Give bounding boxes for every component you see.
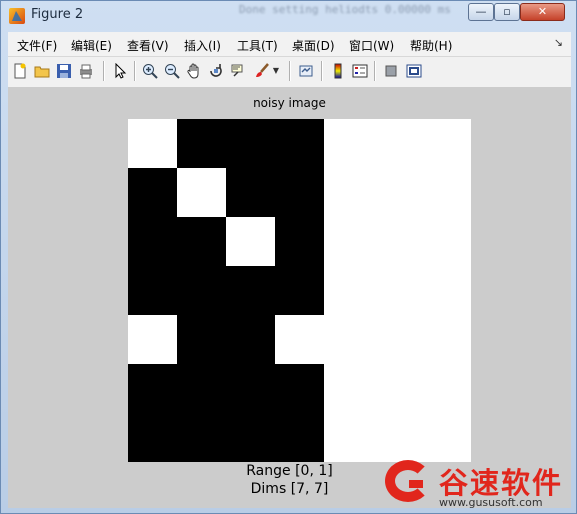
- image-pixel: [128, 364, 177, 413]
- image-pixel: [226, 364, 275, 413]
- toolbar: ▼: [8, 57, 571, 88]
- image-pixel: [373, 119, 422, 168]
- save-icon[interactable]: [55, 62, 73, 80]
- figure-canvas: noisy image Range [0, 1] Dims [7, 7]: [8, 87, 571, 508]
- menu-view[interactable]: 查看(V): [127, 37, 169, 54]
- image-pixel: [275, 168, 324, 217]
- menu-window[interactable]: 窗口(W): [349, 37, 394, 54]
- watermark-logo-icon: [385, 460, 431, 502]
- image-pixel: [373, 364, 422, 413]
- menu-file[interactable]: 文件(F): [17, 37, 57, 54]
- brush-icon[interactable]: [253, 62, 271, 80]
- image-pixel: [226, 266, 275, 315]
- image-pixel: [324, 168, 373, 217]
- menu-overflow-icon[interactable]: ↘: [554, 36, 563, 49]
- toolbar-separator: [374, 61, 376, 81]
- maximize-button[interactable]: ▫: [494, 3, 520, 21]
- brush-dropdown-icon[interactable]: ▼: [271, 62, 281, 80]
- toolbar-separator: [134, 61, 136, 81]
- title-bar[interactable]: Figure 2 Done setting heliodts 0.00000 m…: [1, 1, 576, 31]
- toolbar-separator: [321, 61, 323, 81]
- image-pixel: [177, 364, 226, 413]
- background-window-text: Done setting heliodts 0.00000 ms: [239, 3, 451, 16]
- image-pixel: [422, 364, 471, 413]
- image-pixel: [128, 119, 177, 168]
- image-pixel: [275, 217, 324, 266]
- image-pixel: [177, 119, 226, 168]
- image-pixel: [128, 168, 177, 217]
- image-pixel: [226, 217, 275, 266]
- open-folder-icon[interactable]: [33, 62, 51, 80]
- image-pixel: [275, 119, 324, 168]
- image-pixel: [177, 217, 226, 266]
- image-pixel: [177, 266, 226, 315]
- image-pixel: [226, 413, 275, 462]
- legend-icon[interactable]: [351, 62, 369, 80]
- toolbar-separator: [289, 61, 291, 81]
- image-pixel: [177, 168, 226, 217]
- image-pixel: [275, 266, 324, 315]
- image-pixel: [422, 266, 471, 315]
- menu-edit[interactable]: 编辑(E): [71, 37, 112, 54]
- rotate-3d-icon[interactable]: [207, 62, 225, 80]
- image-pixel: [422, 315, 471, 364]
- image-axes[interactable]: [128, 119, 471, 462]
- image-pixel: [324, 119, 373, 168]
- image-pixel: [128, 413, 177, 462]
- pan-hand-icon[interactable]: [185, 62, 203, 80]
- menu-bar: 文件(F) 编辑(E) 查看(V) 插入(I) 工具(T) 桌面(D) 窗口(W…: [8, 32, 571, 57]
- close-button[interactable]: ✕: [520, 3, 565, 21]
- watermark-url: www.gususoft.com: [439, 496, 543, 509]
- pointer-icon[interactable]: [111, 62, 129, 80]
- image-pixel: [422, 119, 471, 168]
- zoom-in-icon[interactable]: [141, 62, 159, 80]
- image-pixel: [422, 217, 471, 266]
- minimize-button[interactable]: —: [468, 3, 494, 21]
- zoom-out-icon[interactable]: [163, 62, 181, 80]
- menu-tools[interactable]: 工具(T): [237, 37, 278, 54]
- axes-title: noisy image: [253, 96, 326, 110]
- image-pixel: [373, 217, 422, 266]
- menu-insert[interactable]: 插入(I): [184, 37, 221, 54]
- image-pixel: [373, 168, 422, 217]
- menu-desktop[interactable]: 桌面(D): [292, 37, 335, 54]
- image-pixel: [275, 413, 324, 462]
- image-pixel: [226, 315, 275, 364]
- image-pixel: [177, 315, 226, 364]
- image-pixel: [324, 315, 373, 364]
- image-pixel: [275, 315, 324, 364]
- watermark: 谷速软件 www.gususoft.com: [381, 454, 576, 510]
- image-pixel: [128, 315, 177, 364]
- show-plot-tools-icon[interactable]: [405, 62, 423, 80]
- image-pixel: [128, 266, 177, 315]
- image-pixel: [226, 168, 275, 217]
- link-plot-icon[interactable]: [297, 62, 315, 80]
- image-pixel: [324, 413, 373, 462]
- image-pixel: [324, 266, 373, 315]
- data-cursor-icon[interactable]: [229, 62, 247, 80]
- image-pixel: [275, 364, 324, 413]
- toolbar-separator: [103, 61, 105, 81]
- colorbar-icon[interactable]: [329, 62, 347, 80]
- image-pixel: [226, 119, 275, 168]
- figure-window: Figure 2 Done setting heliodts 0.00000 m…: [0, 0, 577, 514]
- image-pixel: [177, 413, 226, 462]
- print-icon[interactable]: [77, 62, 95, 80]
- new-figure-icon[interactable]: [11, 62, 29, 80]
- window-title: Figure 2: [31, 7, 84, 22]
- image-pixel: [324, 364, 373, 413]
- image-pixel: [422, 168, 471, 217]
- menu-help[interactable]: 帮助(H): [410, 37, 452, 54]
- image-pixel: [128, 217, 177, 266]
- image-pixel: [324, 217, 373, 266]
- hide-plot-tools-icon[interactable]: [382, 62, 400, 80]
- matlab-icon: [9, 8, 25, 24]
- image-pixel: [373, 266, 422, 315]
- image-pixel: [373, 315, 422, 364]
